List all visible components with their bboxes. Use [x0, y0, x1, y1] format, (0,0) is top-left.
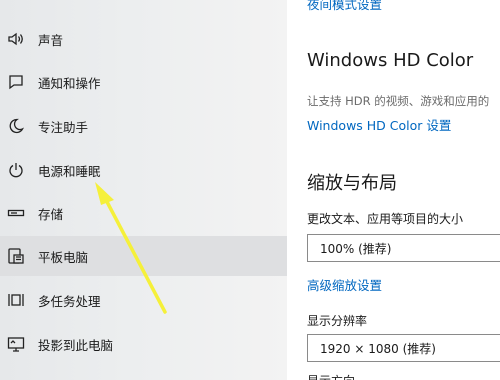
nav-item-label: 多任务处理: [38, 293, 101, 309]
night-light-settings-link[interactable]: 夜间模式设置: [307, 0, 382, 13]
resolution-dropdown[interactable]: 1920 × 1080 (推荐): [307, 334, 500, 362]
text-size-value: 100% (推荐): [320, 241, 392, 256]
notification-icon: [6, 72, 26, 92]
nav-item-label: 平板电脑: [38, 249, 89, 265]
resolution-label: 显示分辨率: [307, 314, 368, 328]
nav-item-tablet[interactable]: 平板电脑: [0, 236, 287, 276]
advanced-scaling-link[interactable]: 高级缩放设置: [307, 275, 382, 294]
nav-item-sound[interactable]: 声音: [0, 19, 287, 59]
speaker-icon: [6, 29, 26, 49]
nav-item-label: 通知和操作: [38, 75, 101, 91]
hd-color-description: 让支持 HDR 的视频、游戏和应用的: [307, 94, 490, 108]
nav-item-label: 声音: [38, 32, 64, 48]
nav-item-storage[interactable]: 存储: [0, 193, 287, 233]
hd-color-title: Windows HD Color: [307, 50, 474, 71]
power-icon: [6, 160, 26, 180]
multitask-icon: [6, 290, 26, 310]
hd-color-settings-link[interactable]: Windows HD Color 设置: [307, 115, 451, 134]
nav-item-label: 投影到此电脑: [38, 337, 114, 353]
resolution-value: 1920 × 1080 (推荐): [320, 341, 436, 356]
moon-icon: [6, 116, 26, 136]
settings-main-pane: 夜间模式设置 Windows HD Color 让支持 HDR 的视频、游戏和应…: [287, 0, 500, 380]
nav-item-power-sleep[interactable]: 电源和睡眠: [0, 150, 287, 190]
nav-item-label: 存储: [38, 206, 64, 222]
project-icon: [6, 334, 26, 354]
scale-layout-title: 缩放与布局: [307, 173, 397, 194]
nav-item-notifications[interactable]: 通知和操作: [0, 62, 287, 102]
nav-item-project-to-pc[interactable]: 投影到此电脑: [0, 324, 287, 364]
storage-icon: [6, 203, 26, 223]
text-size-label: 更改文本、应用等项目的大小: [307, 212, 464, 226]
text-size-dropdown[interactable]: 100% (推荐): [307, 234, 500, 262]
nav-item-label: 专注助手: [38, 119, 89, 135]
settings-nav-pane: 声音 通知和操作 专注助手 电源和睡眠 存储 平板电脑 多任务处理 投影到此电脑: [0, 0, 287, 380]
orientation-label: 显示方向: [307, 372, 355, 380]
nav-item-multitasking[interactable]: 多任务处理: [0, 280, 287, 320]
nav-item-label: 电源和睡眠: [38, 163, 101, 179]
nav-item-focus-assist[interactable]: 专注助手: [0, 106, 287, 146]
tablet-icon: [6, 246, 26, 266]
